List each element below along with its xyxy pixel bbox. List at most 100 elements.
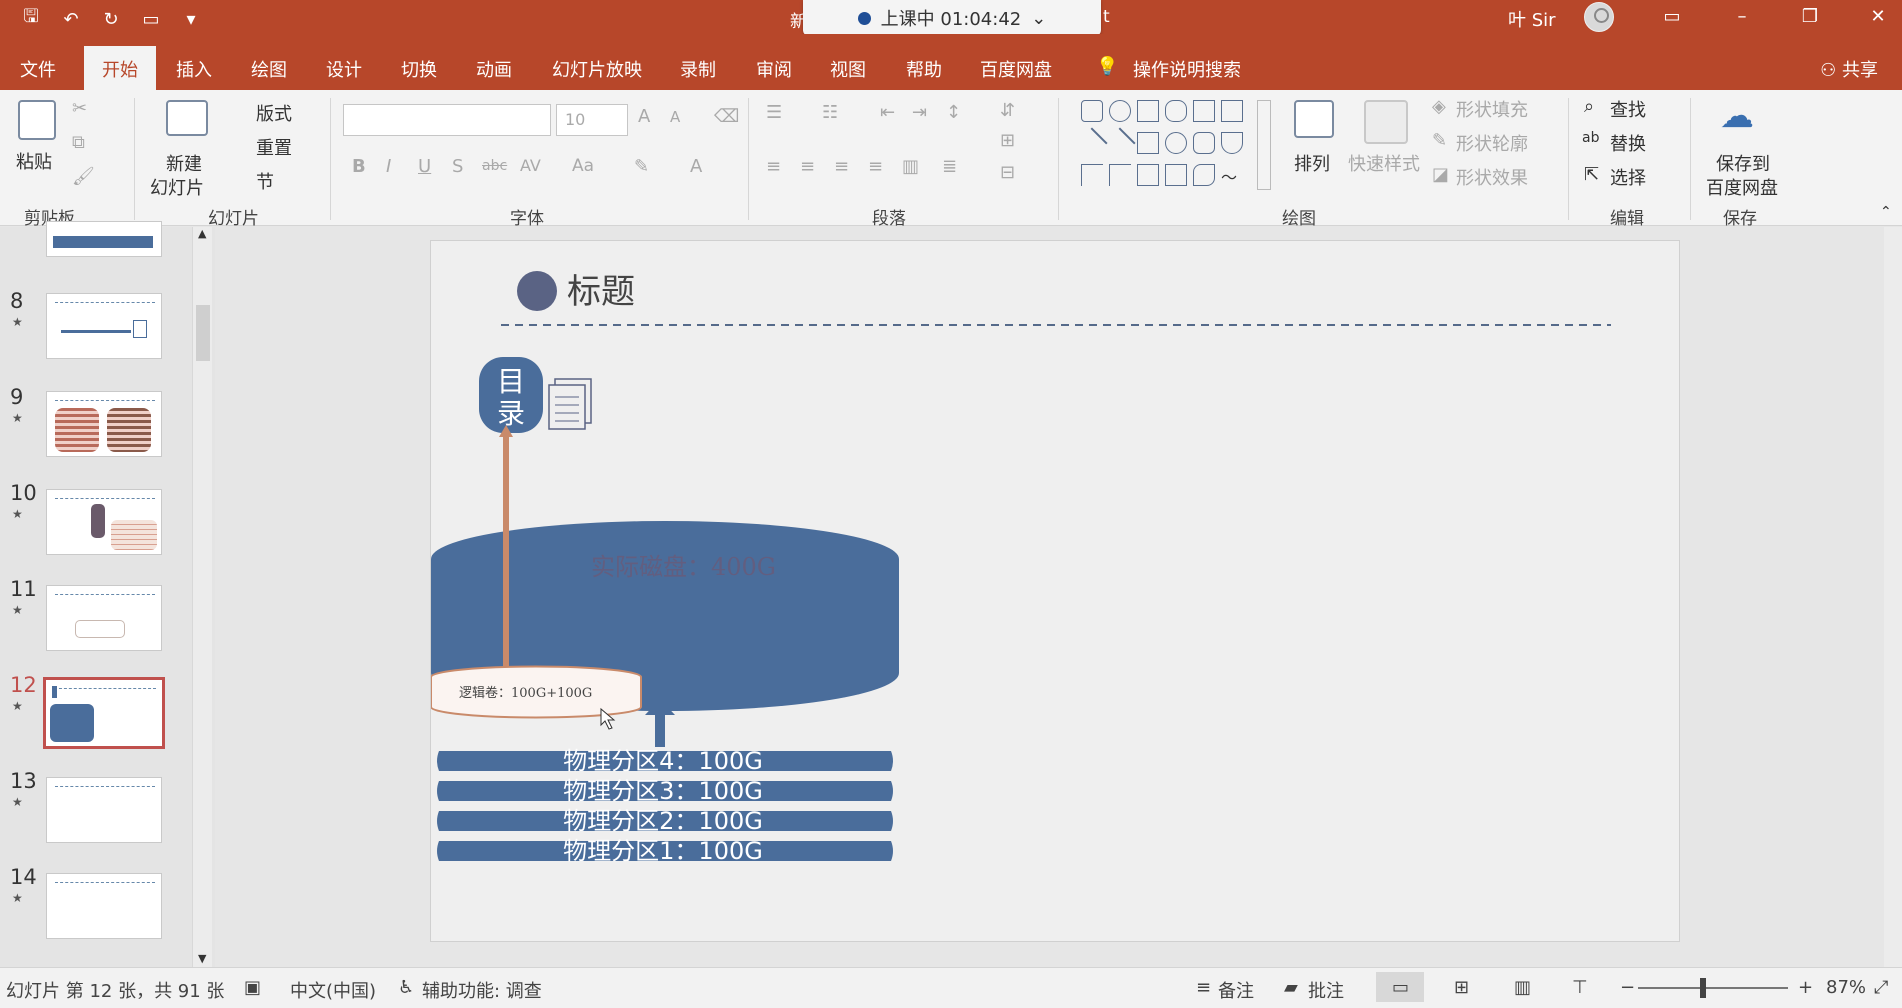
tab-insert[interactable]: 插入 bbox=[176, 56, 212, 82]
elbow-arrow-icon[interactable] bbox=[1109, 164, 1131, 186]
accessibility-status[interactable]: 辅助功能: 调查 bbox=[422, 977, 542, 1003]
underline-button[interactable]: U bbox=[418, 156, 431, 177]
copy-icon[interactable]: ⧉ bbox=[72, 132, 85, 153]
partition-2[interactable]: 物理分区2：100G bbox=[437, 807, 893, 835]
partition-1[interactable]: 物理分区1：100G bbox=[437, 837, 893, 865]
undo-icon[interactable]: ↶ bbox=[58, 9, 84, 30]
avatar[interactable] bbox=[1584, 2, 1614, 32]
partition-3[interactable]: 物理分区3：100G bbox=[437, 777, 893, 805]
thumbnail-scrollbar[interactable]: ▲ ▼ bbox=[192, 227, 212, 967]
slide-canvas[interactable]: 标题 目 录 实际磁盘：400G 逻辑卷：100G+100G 物理分区4：100… bbox=[430, 240, 1680, 942]
line-icon[interactable] bbox=[1076, 127, 1108, 159]
shapes-gallery[interactable]: 〜 bbox=[1075, 98, 1275, 194]
vertical-textbox-icon[interactable] bbox=[1221, 100, 1243, 122]
slide-sorter-icon[interactable]: ⊞ bbox=[1454, 977, 1469, 998]
font-color-button[interactable]: A bbox=[690, 156, 702, 177]
columns-icon[interactable]: ▥ bbox=[902, 156, 919, 177]
save-icon[interactable]: 🖫 bbox=[18, 4, 44, 34]
rounded-rectangle-icon[interactable] bbox=[1193, 132, 1215, 154]
triangle-icon[interactable] bbox=[1221, 132, 1243, 154]
zoom-level[interactable]: 87% bbox=[1826, 977, 1866, 998]
zoom-in-icon[interactable]: + bbox=[1798, 977, 1813, 998]
scribble-icon[interactable]: 〜 bbox=[1221, 164, 1243, 187]
user-name[interactable]: 叶 Sir bbox=[1508, 6, 1556, 32]
paste-icon[interactable] bbox=[18, 100, 56, 140]
slide-thumbnail-9[interactable] bbox=[46, 391, 162, 457]
freeform-icon[interactable] bbox=[1193, 164, 1215, 186]
quick-styles-button[interactable]: 快速样式 bbox=[1348, 150, 1420, 176]
tab-view[interactable]: 视图 bbox=[830, 56, 866, 82]
line-spacing-icon[interactable]: ↕ bbox=[946, 102, 961, 123]
slide-thumbnail-13[interactable] bbox=[46, 777, 162, 843]
strikethrough-button[interactable]: abc bbox=[482, 158, 507, 174]
scroll-down-icon[interactable]: ▼ bbox=[198, 952, 206, 965]
collapse-ribbon-icon[interactable]: ⌃ bbox=[1880, 204, 1892, 220]
align-left-icon[interactable]: ≡ bbox=[766, 156, 781, 177]
slide-thumbnail-10[interactable] bbox=[46, 489, 162, 555]
new-slide-icon[interactable] bbox=[166, 100, 208, 136]
slide-thumbnail-14[interactable] bbox=[46, 873, 162, 939]
slide-scrollbar[interactable] bbox=[1884, 227, 1902, 967]
shape-fill-button[interactable]: 形状填充 bbox=[1456, 96, 1528, 122]
bullets-icon[interactable]: ☰ bbox=[766, 102, 782, 123]
replace-button[interactable]: 替换 bbox=[1610, 130, 1646, 156]
spell-check-icon[interactable]: ▣ bbox=[244, 977, 261, 998]
slide-thumbnail-8[interactable] bbox=[46, 293, 162, 359]
tell-me-search[interactable]: 操作说明搜索 bbox=[1133, 56, 1241, 82]
tab-transitions[interactable]: 切换 bbox=[401, 56, 437, 82]
oval-icon[interactable] bbox=[1165, 132, 1187, 154]
arrange-button[interactable]: 排列 bbox=[1294, 150, 1330, 176]
slide-thumbnail-7[interactable] bbox=[46, 221, 162, 257]
save-to-netdisk-line1[interactable]: 保存到 bbox=[1716, 150, 1770, 176]
restore-icon[interactable]: ❐ bbox=[1790, 2, 1830, 32]
decrease-indent-icon[interactable]: ⇤ bbox=[880, 102, 895, 123]
tab-help[interactable]: 帮助 bbox=[906, 56, 942, 82]
shadow-s-button[interactable]: S bbox=[452, 156, 463, 177]
slideshow-icon[interactable]: ⊤ bbox=[1572, 977, 1588, 998]
zoom-slider-knob[interactable] bbox=[1700, 978, 1706, 998]
char-spacing-button[interactable]: AV bbox=[520, 156, 541, 175]
close-icon[interactable]: ✕ bbox=[1858, 2, 1898, 32]
language-indicator[interactable]: 中文(中国) bbox=[290, 977, 376, 1003]
font-name-input[interactable] bbox=[343, 104, 551, 136]
minimize-icon[interactable]: – bbox=[1722, 2, 1762, 32]
baidu-cloud-icon[interactable]: ☁ bbox=[1720, 96, 1754, 136]
shrink-font-button[interactable]: A bbox=[670, 108, 680, 126]
tab-design[interactable]: 设计 bbox=[326, 56, 362, 82]
zoom-slider[interactable] bbox=[1638, 987, 1788, 989]
recording-indicator[interactable]: 上课中 01:04:42 ⌄ bbox=[803, 0, 1101, 36]
curved-arrow-icon[interactable] bbox=[1109, 100, 1131, 122]
reading-view-icon[interactable]: ▥ bbox=[1514, 977, 1531, 998]
shape-effects-button[interactable]: 形状效果 bbox=[1456, 164, 1528, 190]
tab-slideshow[interactable]: 幻灯片放映 bbox=[552, 56, 642, 82]
highlight-icon[interactable]: ✎ bbox=[634, 156, 649, 177]
up-arrow-icon[interactable] bbox=[1137, 100, 1159, 122]
section-button[interactable]: 节 bbox=[256, 168, 274, 194]
tab-home[interactable]: 开始 bbox=[84, 46, 156, 90]
paste-button[interactable]: 粘贴 bbox=[16, 148, 52, 174]
find-button[interactable]: 查找 bbox=[1610, 96, 1646, 122]
layout-button[interactable]: 版式 bbox=[256, 100, 292, 126]
grow-font-button[interactable]: A bbox=[638, 106, 650, 127]
textbox-shape-icon[interactable] bbox=[1193, 100, 1215, 122]
cut-icon[interactable]: ✂ bbox=[72, 98, 87, 119]
align-right-icon[interactable]: ≡ bbox=[834, 156, 849, 177]
fit-to-window-icon[interactable]: ⤢ bbox=[1874, 977, 1888, 998]
text-direction-icon[interactable]: ⇵ bbox=[1000, 100, 1015, 121]
slide-thumbnail-12[interactable] bbox=[43, 677, 165, 749]
arrange-icon[interactable] bbox=[1294, 100, 1334, 138]
format-painter-icon[interactable]: 🖌 bbox=[72, 166, 95, 187]
tab-record[interactable]: 录制 bbox=[680, 56, 716, 82]
numbering-icon[interactable]: ☷ bbox=[822, 102, 838, 123]
tab-draw[interactable]: 绘图 bbox=[251, 56, 287, 82]
tab-baidu-netdisk[interactable]: 百度网盘 bbox=[980, 56, 1052, 82]
elbow-connector-icon[interactable] bbox=[1081, 164, 1103, 186]
select-button[interactable]: 选择 bbox=[1610, 164, 1646, 190]
justify-icon[interactable]: ≡ bbox=[868, 156, 883, 177]
save-to-netdisk-line2[interactable]: 百度网盘 bbox=[1706, 174, 1778, 200]
arrow-line-icon[interactable] bbox=[1104, 127, 1136, 159]
slide-title[interactable]: 标题 bbox=[567, 272, 635, 312]
redo-icon[interactable]: ↻ bbox=[98, 9, 124, 30]
font-size-input[interactable]: 10 bbox=[556, 104, 628, 136]
new-slide-button-line2[interactable]: 幻灯片 bbox=[150, 174, 204, 200]
